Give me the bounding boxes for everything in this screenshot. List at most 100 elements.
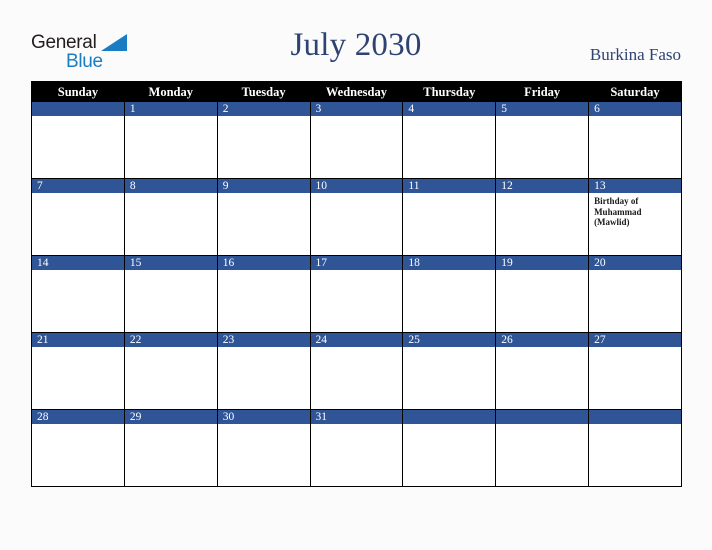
calendar-day-cell[interactable]: 22 — [124, 333, 218, 410]
day-number-band: 14 — [32, 256, 124, 270]
day-number: 16 — [222, 257, 235, 269]
calendar-day-cell[interactable]: 23 — [217, 333, 311, 410]
calendar-day-cell-empty[interactable] — [589, 410, 682, 487]
day-number: 10 — [315, 180, 328, 192]
calendar-day-cell[interactable]: 21 — [32, 333, 125, 410]
day-number-band: 4 — [403, 102, 496, 116]
calendar-day-cell-empty[interactable] — [403, 410, 497, 487]
calendar-day-cell[interactable]: 24 — [310, 333, 404, 410]
calendar-day-cell[interactable]: 17 — [310, 256, 404, 333]
calendar-day-cell[interactable]: 11 — [403, 179, 497, 256]
country-label: Burkina Faso — [589, 45, 681, 64]
day-number: 27 — [594, 334, 606, 346]
day-number-band: 5 — [496, 102, 589, 116]
day-number-band — [32, 102, 124, 116]
calendar-day-cell[interactable]: 19 — [496, 256, 590, 333]
calendar-day-cell-empty[interactable] — [496, 410, 590, 487]
day-number-band: 1 — [124, 102, 217, 116]
day-number: 2 — [222, 103, 229, 115]
day-number: 5 — [501, 103, 507, 115]
calendar-week-row: 1 2 3 4 5 6 — [32, 102, 682, 179]
calendar-day-cell-empty[interactable] — [32, 102, 125, 179]
calendar-week-row: 14 15 16 17 18 19 20 — [32, 256, 682, 333]
calendar-day-cell[interactable]: 13 Birthday of Muhammad (Mawlid) — [589, 179, 682, 256]
day-number-band — [589, 410, 681, 424]
calendar-day-cell[interactable]: 1 — [124, 102, 218, 179]
calendar-day-cell[interactable]: 15 — [124, 256, 218, 333]
day-number: 26 — [501, 334, 513, 346]
day-number-band: 29 — [124, 410, 217, 424]
calendar-day-cell[interactable]: 31 — [310, 410, 404, 487]
calendar-day-cell[interactable]: 6 — [589, 102, 682, 179]
weekday-header-sunday: Sunday — [32, 82, 125, 102]
day-number: 20 — [594, 257, 606, 269]
day-number: 13 — [594, 180, 606, 192]
calendar-day-cell[interactable]: 18 — [403, 256, 497, 333]
day-number-band: 31 — [310, 410, 403, 424]
calendar-weeks: 1 2 3 4 5 6 7 8 9 10 11 12 13 Birthday of Muhammad (M… — [32, 102, 682, 487]
calendar-day-cell[interactable]: 4 — [403, 102, 497, 179]
day-number: 22 — [129, 334, 142, 346]
day-number-band: 16 — [217, 256, 310, 270]
day-number-band: 8 — [124, 179, 217, 193]
day-number-band: 22 — [124, 333, 217, 347]
calendar-day-cell[interactable]: 10 — [310, 179, 404, 256]
calendar-day-cell[interactable]: 5 — [496, 102, 590, 179]
calendar-day-cell[interactable]: 27 — [589, 333, 682, 410]
day-number-band: 25 — [403, 333, 496, 347]
weekday-header-thursday: Thursday — [403, 82, 497, 102]
calendar-day-cell[interactable]: 2 — [217, 102, 311, 179]
weekday-header-friday: Friday — [496, 82, 590, 102]
calendar-day-cell[interactable]: 26 — [496, 333, 590, 410]
calendar-week-row: 21 22 23 24 25 26 27 — [32, 333, 682, 410]
day-number-band — [403, 410, 496, 424]
day-number: 18 — [408, 257, 420, 269]
day-number: 12 — [501, 180, 513, 192]
calendar-day-cell[interactable]: 14 — [32, 256, 125, 333]
weekday-header-saturday: Saturday — [589, 82, 682, 102]
calendar-day-cell[interactable]: 9 — [217, 179, 311, 256]
day-number: 9 — [222, 180, 229, 192]
day-number-band: 18 — [403, 256, 496, 270]
calendar-day-cell[interactable]: 12 — [496, 179, 590, 256]
calendar-day-cell[interactable]: 16 — [217, 256, 311, 333]
day-number-band: 11 — [403, 179, 496, 193]
day-number-band: 3 — [310, 102, 403, 116]
day-number: 17 — [315, 257, 328, 269]
calendar-day-cell[interactable]: 20 — [589, 256, 682, 333]
calendar-day-cell[interactable]: 25 — [403, 333, 497, 410]
day-number: 14 — [37, 257, 49, 269]
day-number-band: 30 — [217, 410, 310, 424]
day-number: 6 — [594, 103, 600, 115]
weekday-header-monday: Monday — [125, 82, 218, 102]
day-number-band: 12 — [496, 179, 589, 193]
day-number: 4 — [408, 103, 415, 115]
calendar-day-cell[interactable]: 30 — [217, 410, 311, 487]
calendar-day-cell[interactable]: 28 — [32, 410, 125, 487]
weekday-header-wednesday: Wednesday — [311, 82, 404, 102]
holiday-event-label: Birthday of Muhammad (Mawlid) — [594, 196, 642, 227]
day-number: 29 — [129, 411, 142, 423]
day-events-list: Birthday of Muhammad (Mawlid) — [589, 193, 681, 228]
day-number: 19 — [501, 257, 513, 269]
calendar-page: General Blue July 2030 Burkina Faso Sund… — [0, 0, 712, 550]
calendar-day-cell[interactable]: 3 — [310, 102, 404, 179]
day-number: 21 — [37, 334, 49, 346]
day-number-band: 17 — [310, 256, 403, 270]
day-number: 31 — [315, 411, 328, 423]
day-number-band: 26 — [496, 333, 589, 347]
day-number-band: 23 — [217, 333, 310, 347]
day-number-band: 13 — [589, 179, 681, 193]
day-number-band: 10 — [310, 179, 403, 193]
calendar-day-cell[interactable]: 8 — [124, 179, 218, 256]
calendar-week-row: 7 8 9 10 11 12 13 Birthday of Muhammad (Mawlid) — [32, 179, 682, 256]
calendar-week-row: 28 29 30 31 — [32, 410, 682, 487]
calendar-grid: Sunday Monday Tuesday Wednesday Thursday… — [31, 81, 682, 487]
day-number-band: 28 — [32, 410, 124, 424]
day-number: 28 — [37, 411, 49, 423]
calendar-day-cell[interactable]: 7 — [32, 179, 125, 256]
calendar-day-cell[interactable]: 29 — [124, 410, 218, 487]
day-number-band: 21 — [32, 333, 124, 347]
day-number: 23 — [222, 334, 235, 346]
day-number-band: 6 — [589, 102, 681, 116]
